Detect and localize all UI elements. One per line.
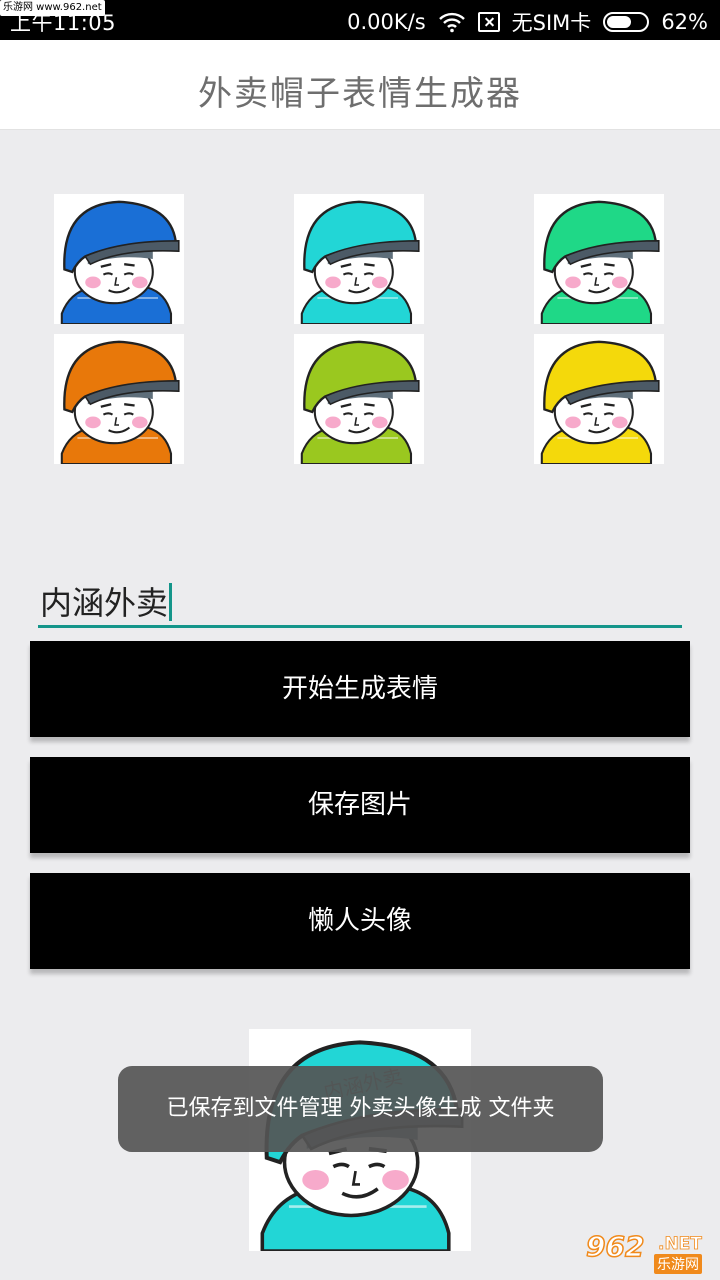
- wifi-icon: [438, 12, 465, 33]
- helmet-face-image: [300, 340, 420, 464]
- top-watermark: 乐游网 www.962.net: [0, 0, 105, 16]
- battery-percent: 62%: [661, 10, 708, 34]
- battery-icon: [603, 12, 650, 32]
- network-speed: 0.00K/s: [347, 10, 426, 34]
- watermark-number: 962: [585, 1229, 645, 1264]
- watermark-net: .NET: [658, 1234, 703, 1255]
- text-caret: [169, 583, 173, 621]
- helmet-option-lime[interactable]: [294, 334, 424, 464]
- page-title: 外卖帽子表情生成器: [198, 74, 522, 114]
- helmet-face-image: [300, 200, 420, 324]
- helmet-option-yellow[interactable]: [534, 334, 664, 464]
- app-bar: 外卖帽子表情生成器: [0, 40, 720, 130]
- status-bar: 上午11:05 乐游网 www.962.net 0.00K/s 无SIM卡 62…: [0, 0, 720, 40]
- helmet-option-green[interactable]: [534, 194, 664, 324]
- no-sim-icon: [477, 12, 500, 32]
- input-value: 内涵外卖: [40, 584, 169, 622]
- helmet-face-image: [540, 200, 660, 324]
- lazy-avatar-button[interactable]: 懒人头像: [30, 873, 690, 969]
- save-image-button[interactable]: 保存图片: [30, 757, 690, 853]
- helmet-face-image: [60, 200, 180, 324]
- toast-message: 已保存到文件管理 外卖头像生成 文件夹: [118, 1066, 603, 1152]
- site-watermark: 962 .NET 乐游网: [580, 1228, 716, 1276]
- helmet-face-image: [540, 340, 660, 464]
- sim-status: 无SIM卡: [511, 11, 592, 35]
- helmet-text-input[interactable]: 内涵外卖: [38, 570, 682, 628]
- generate-button[interactable]: 开始生成表情: [30, 641, 690, 737]
- helmet-face-image: [60, 340, 180, 464]
- helmet-option-cyan[interactable]: [294, 194, 424, 324]
- helmet-option-blue[interactable]: [54, 194, 184, 324]
- helmet-option-orange[interactable]: [54, 334, 184, 464]
- watermark-sub: 乐游网: [654, 1254, 702, 1274]
